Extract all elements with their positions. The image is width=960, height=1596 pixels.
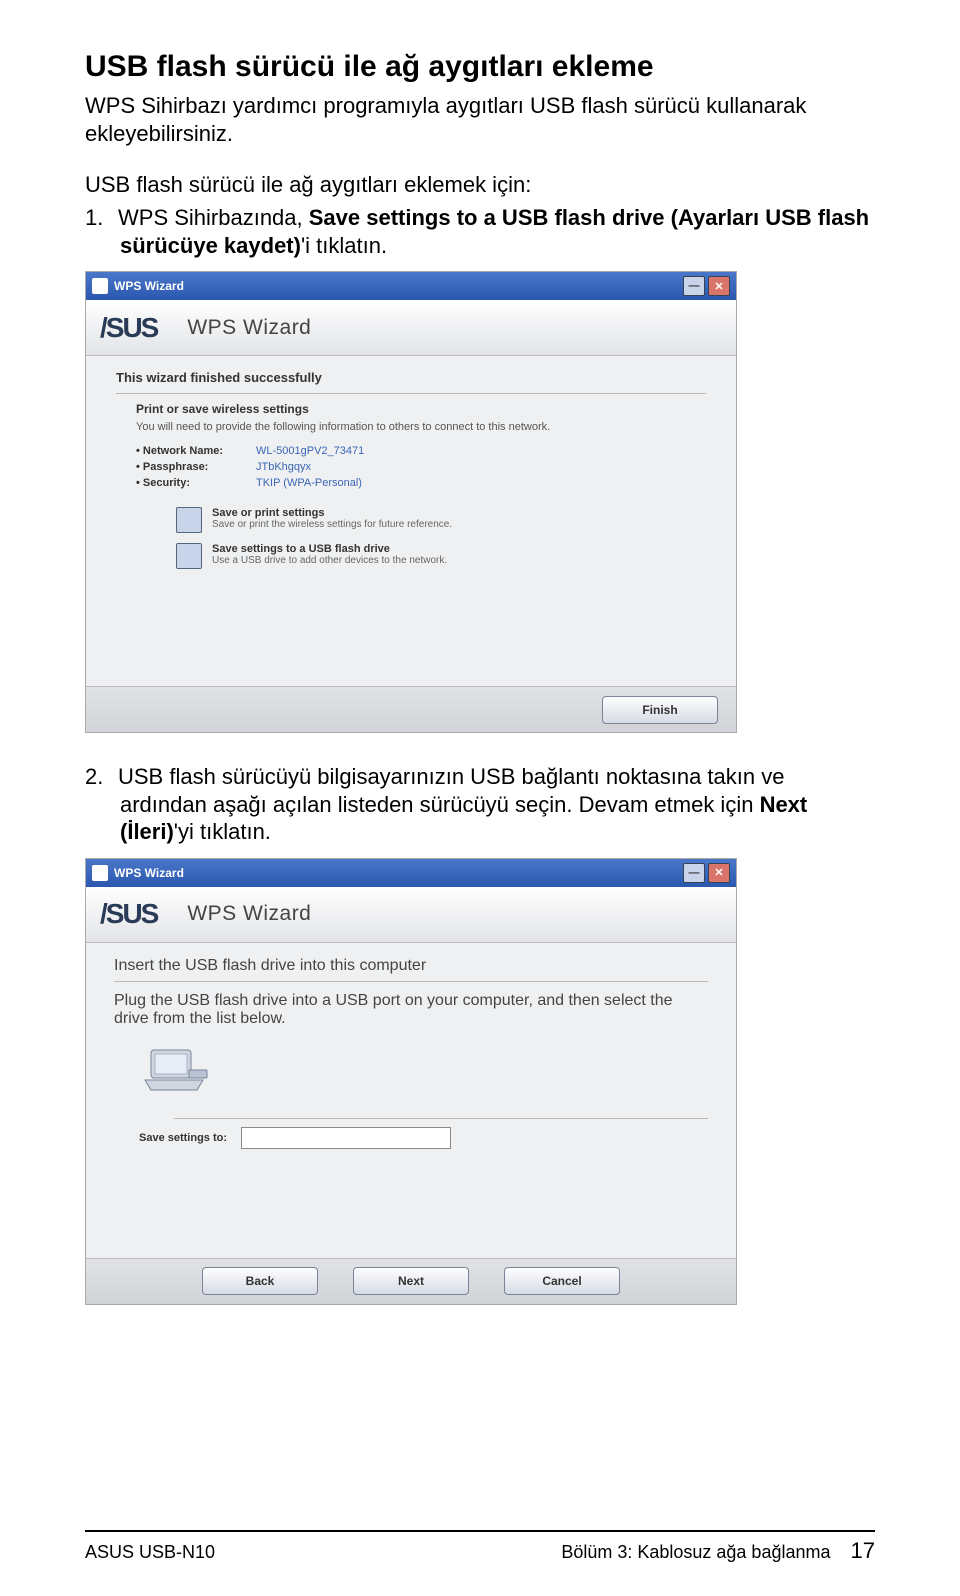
kv-security: Security: TKIP (WPA-Personal) <box>136 477 706 489</box>
minimize-button[interactable]: — <box>683 276 705 296</box>
cancel-button[interactable]: Cancel <box>504 1267 620 1295</box>
usb-icon <box>176 543 202 569</box>
footer-left: ASUS USB-N10 <box>85 1542 215 1563</box>
procedure-heading: USB flash sürücü ile ağ aygıtları ekleme… <box>85 172 875 198</box>
save-to-input[interactable] <box>241 1127 451 1149</box>
page-number: 17 <box>851 1538 875 1563</box>
window-title: WPS Wizard <box>114 866 184 880</box>
wizard-note-2: Plug the USB flash drive into a USB port… <box>114 992 708 1028</box>
finish-button[interactable]: Finish <box>602 696 718 724</box>
option-save-print[interactable]: Save or print settings Save or print the… <box>176 507 706 533</box>
asus-logo: /SUS <box>100 898 157 930</box>
wps-wizard-screenshot-1: WPS Wizard — ✕ /SUS WPS Wizard This wiza… <box>85 271 737 733</box>
footer-right: Bölüm 3: Kablosuz ağa bağlanma <box>561 1542 830 1562</box>
app-icon <box>92 278 108 294</box>
wizard-note: You will need to provide the following i… <box>136 420 706 435</box>
wizard-subheading: Print or save wireless settings <box>136 402 706 416</box>
wizard-button-bar: Finish <box>86 686 736 732</box>
window-titlebar: WPS Wizard — ✕ <box>86 859 736 887</box>
brand-banner: /SUS WPS Wizard <box>86 300 736 356</box>
window-titlebar: WPS Wizard — ✕ <box>86 272 736 300</box>
wizard-heading-2: Insert the USB flash drive into this com… <box>114 957 708 975</box>
wps-wizard-screenshot-2: WPS Wizard — ✕ /SUS WPS Wizard Insert th… <box>85 858 737 1305</box>
wizard-button-bar: Back Next Cancel <box>86 1258 736 1304</box>
step-2: 2.USB flash sürücüyü bilgisayarınızın US… <box>85 763 875 846</box>
kv-passphrase: Passphrase: JTbKhgqyx <box>136 461 706 473</box>
app-icon <box>92 865 108 881</box>
page-title: USB flash sürücü ile ağ aygıtları ekleme <box>85 50 875 84</box>
close-button[interactable]: ✕ <box>708 863 730 883</box>
wizard-title: WPS Wizard <box>187 902 311 926</box>
option-save-usb[interactable]: Save settings to a USB flash drive Use a… <box>176 543 706 569</box>
wizard-title: WPS Wizard <box>187 316 311 340</box>
save-to-label: Save settings to: <box>139 1132 227 1144</box>
wizard-heading: This wizard finished successfully <box>116 370 706 385</box>
step-1: 1.WPS Sihirbazında, Save settings to a U… <box>85 204 875 259</box>
asus-logo: /SUS <box>100 312 157 344</box>
laptop-usb-icon <box>139 1046 209 1096</box>
close-button[interactable]: ✕ <box>708 276 730 296</box>
save-icon <box>176 507 202 533</box>
save-to-row: Save settings to: <box>139 1127 708 1149</box>
kv-network-name: Network Name: WL-5001gPV2_73471 <box>136 445 706 457</box>
brand-banner: /SUS WPS Wizard <box>86 887 736 943</box>
minimize-button[interactable]: — <box>683 863 705 883</box>
next-button[interactable]: Next <box>353 1267 469 1295</box>
page-footer: ASUS USB-N10 Bölüm 3: Kablosuz ağa bağla… <box>85 1530 875 1564</box>
back-button[interactable]: Back <box>202 1267 318 1295</box>
intro-paragraph: WPS Sihirbazı yardımcı programıyla aygıt… <box>85 92 875 147</box>
window-title: WPS Wizard <box>114 279 184 293</box>
